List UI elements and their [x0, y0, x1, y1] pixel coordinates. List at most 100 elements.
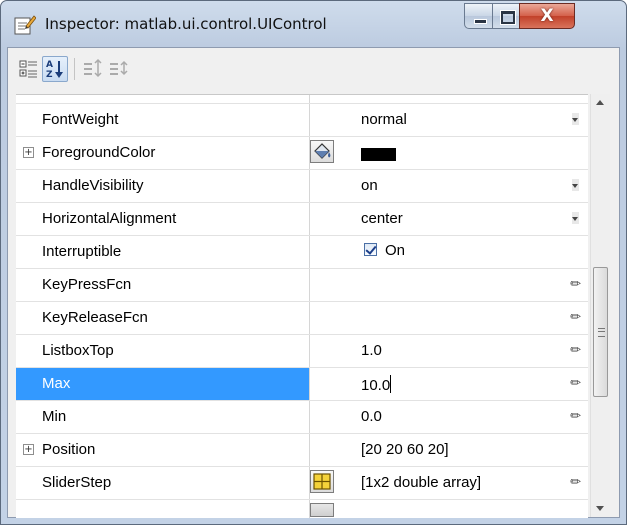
- property-name-cell[interactable]: FontWeight: [16, 104, 309, 136]
- checkbox-label: On: [385, 242, 406, 259]
- property-name-cell[interactable]: Interruptible: [16, 236, 309, 268]
- window-title: Inspector: matlab.ui.control.UIControl: [45, 15, 327, 33]
- property-name: HorizontalAlignment: [42, 210, 177, 227]
- editor-button[interactable]: [310, 503, 334, 517]
- inspector-window: Inspector: matlab.ui.control.UIControl X: [0, 0, 627, 525]
- toolbar: A Z: [8, 48, 619, 92]
- pencil-icon[interactable]: ✏: [570, 343, 581, 358]
- maximize-button[interactable]: [492, 3, 520, 29]
- property-name-cell[interactable]: + ForegroundColor: [16, 137, 309, 169]
- alphabetical-sort-button[interactable]: A Z: [42, 56, 68, 82]
- dropdown-arrow-icon[interactable]: [572, 212, 579, 224]
- table-row: [16, 500, 588, 518]
- property-value: [1x2 double array]: [361, 474, 482, 491]
- collapse-all-button[interactable]: [106, 56, 132, 82]
- color-picker-button[interactable]: [310, 140, 334, 163]
- pencil-icon[interactable]: ✏: [570, 277, 581, 292]
- grip-icon: [598, 328, 605, 337]
- minimize-icon: [474, 19, 487, 24]
- interruptible-checkbox[interactable]: [364, 243, 377, 256]
- categorized-view-button[interactable]: [16, 56, 42, 82]
- pencil-icon[interactable]: ✏: [570, 376, 581, 391]
- property-name-cell[interactable]: SliderStep: [16, 467, 309, 499]
- minimize-button[interactable]: [464, 3, 493, 29]
- property-name-cell[interactable]: Max: [16, 368, 309, 400]
- color-swatch: [361, 148, 396, 161]
- close-button[interactable]: X: [519, 3, 575, 29]
- property-value-cell[interactable]: normal: [310, 104, 588, 136]
- property-value-cell[interactable]: center: [310, 203, 588, 235]
- property-value: normal: [361, 111, 407, 128]
- collapse-all-icon: [110, 60, 128, 76]
- array-editor-button[interactable]: [310, 470, 334, 493]
- property-name-cell[interactable]: Min: [16, 401, 309, 433]
- property-value-cell[interactable]: [1x2 double array] ✏: [310, 467, 588, 499]
- table-row: KeyPressFcn ✏: [16, 269, 588, 302]
- property-value-cell[interactable]: ✏: [310, 302, 588, 334]
- property-name: Max: [42, 375, 71, 392]
- property-name: ForegroundColor: [42, 144, 156, 161]
- table-row: SliderStep [1x2 double array] ✏: [16, 467, 588, 500]
- property-name-cell[interactable]: + Position: [16, 434, 309, 466]
- inspector-icon: [14, 15, 36, 35]
- property-value-text: 10.0: [361, 375, 392, 394]
- property-value-cell[interactable]: [20 20 60 20]: [310, 434, 588, 466]
- property-value: 1.0: [361, 342, 382, 359]
- property-value: on: [361, 177, 378, 194]
- property-value-cell[interactable]: [310, 137, 588, 169]
- property-name-cell[interactable]: KeyReleaseFcn: [16, 302, 309, 334]
- property-name: KeyReleaseFcn: [42, 309, 148, 326]
- property-name-cell[interactable]: [16, 95, 309, 103]
- property-name: Position: [42, 441, 96, 458]
- property-name-cell[interactable]: ListboxTop: [16, 335, 309, 367]
- toolbar-separator: [74, 58, 75, 80]
- dropdown-arrow-icon[interactable]: [572, 179, 579, 191]
- property-name: HandleVisibility: [42, 177, 144, 194]
- table-row: KeyReleaseFcn ✏: [16, 302, 588, 335]
- table-row: FontWeight normal: [16, 104, 588, 137]
- table-row: Min 0.0 ✏: [16, 401, 588, 434]
- property-value-cell[interactable]: [310, 95, 588, 103]
- property-value-cell[interactable]: 0.0 ✏: [310, 401, 588, 433]
- title-bar[interactable]: Inspector: matlab.ui.control.UIControl X: [1, 1, 626, 47]
- property-value: 0.0: [361, 408, 382, 425]
- property-value-cell[interactable]: on: [310, 170, 588, 202]
- pencil-icon[interactable]: ✏: [570, 475, 581, 490]
- property-name: Min: [42, 408, 67, 425]
- expand-all-button[interactable]: [80, 56, 106, 82]
- maximize-icon: [501, 11, 515, 24]
- property-value-cell[interactable]: ✏: [310, 269, 588, 301]
- categorized-icon: [19, 60, 37, 78]
- client-area: A Z FontWeight normal + ForegroundColor …: [7, 47, 620, 518]
- property-value-cell[interactable]: [310, 500, 588, 518]
- table-row: HandleVisibility on: [16, 170, 588, 203]
- property-value-cell[interactable]: 1.0 ✏: [310, 335, 588, 367]
- property-name: ListboxTop: [42, 342, 114, 359]
- scroll-up-icon[interactable]: [591, 94, 610, 111]
- property-name-cell[interactable]: KeyPressFcn: [16, 269, 309, 301]
- property-value: 10.0: [361, 377, 391, 394]
- text-caret: [390, 375, 392, 393]
- property-value: center: [361, 210, 403, 227]
- property-name: SliderStep: [42, 474, 112, 491]
- property-name-cell[interactable]: [16, 500, 309, 518]
- expand-icon[interactable]: +: [23, 147, 34, 158]
- expand-icon[interactable]: +: [23, 444, 34, 455]
- scroll-down-icon[interactable]: [591, 500, 610, 517]
- table-row: [16, 95, 588, 104]
- svg-text:Z: Z: [46, 70, 53, 80]
- property-name-cell[interactable]: HandleVisibility: [16, 170, 309, 202]
- scroll-thumb[interactable]: [593, 267, 608, 397]
- property-value-cell[interactable]: On: [310, 236, 588, 268]
- property-name-cell[interactable]: HorizontalAlignment: [16, 203, 309, 235]
- table-row: Max 10.0 ✏: [16, 368, 588, 401]
- dropdown-arrow-icon[interactable]: [572, 113, 579, 125]
- property-grid[interactable]: FontWeight normal + ForegroundColor Hand…: [16, 94, 588, 518]
- table-row: ListboxTop 1.0 ✏: [16, 335, 588, 368]
- pencil-icon[interactable]: ✏: [570, 310, 581, 325]
- property-value-input[interactable]: 10.0 ✏: [310, 368, 588, 400]
- expand-all-icon: [84, 58, 102, 78]
- pencil-icon[interactable]: ✏: [570, 409, 581, 424]
- vertical-scrollbar[interactable]: [590, 94, 610, 517]
- paint-bucket-icon: [314, 143, 331, 159]
